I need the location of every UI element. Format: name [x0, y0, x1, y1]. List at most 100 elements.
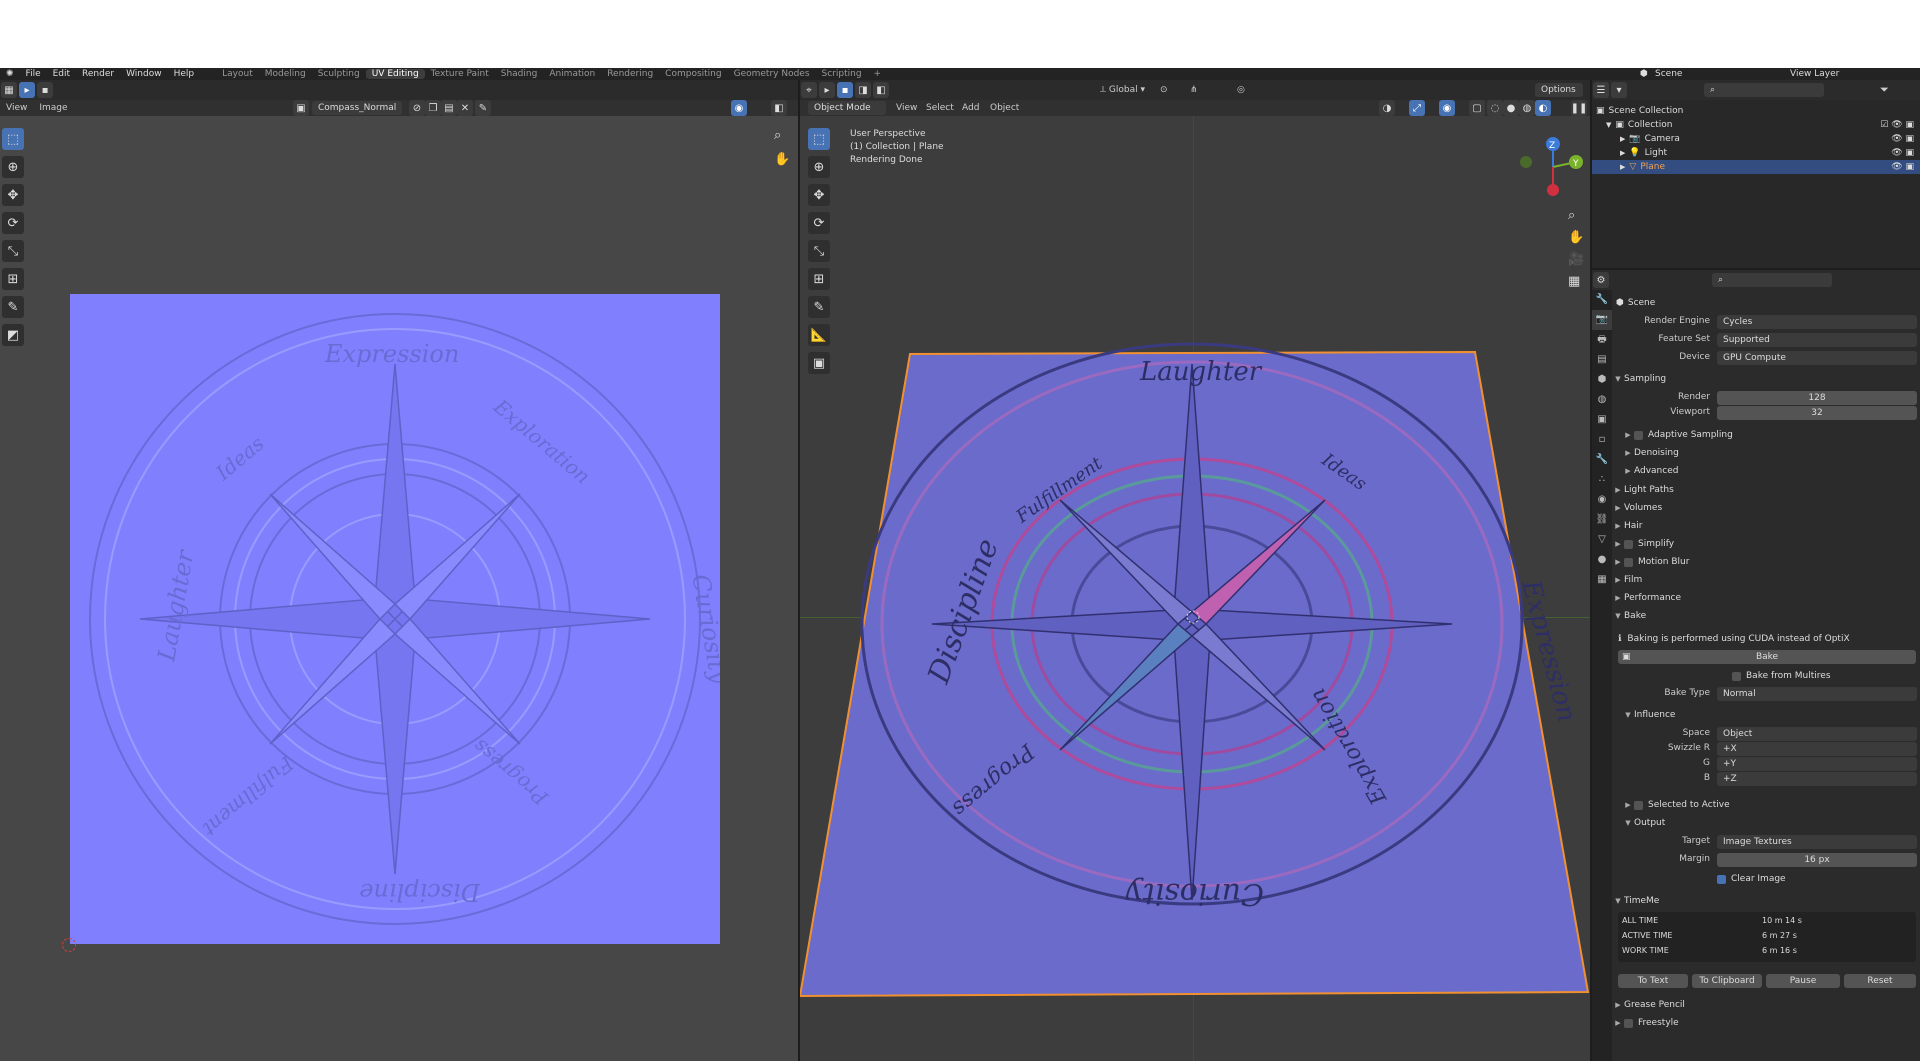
collection-tab-icon[interactable]: ▣: [1592, 410, 1612, 430]
advanced-subpanel[interactable]: ▶ Advanced: [1612, 462, 1920, 480]
tab-shading[interactable]: Shading: [495, 69, 544, 79]
feature-set-dropdown[interactable]: Supported: [1717, 333, 1917, 347]
scene-tab-icon[interactable]: ⬢: [1592, 370, 1612, 390]
reset-button[interactable]: Reset: [1844, 974, 1916, 988]
pin-icon[interactable]: ✎: [475, 100, 491, 116]
menu-edit[interactable]: Edit: [47, 69, 76, 79]
render-samples-field[interactable]: 128: [1717, 391, 1917, 405]
overlay-icon[interactable]: ◉: [731, 100, 747, 116]
data-tab-icon[interactable]: ▽: [1592, 530, 1612, 550]
volumes-panel-header[interactable]: ▶ Volumes: [1612, 499, 1920, 517]
output-tab-icon[interactable]: 🖶: [1592, 330, 1612, 350]
modifier-tab-icon[interactable]: 🔧: [1592, 450, 1612, 470]
to-clipboard-button[interactable]: To Clipboard: [1692, 974, 1762, 988]
editor-type-icon[interactable]: ▦: [1, 82, 17, 98]
adaptive-sampling-checkbox[interactable]: [1634, 430, 1643, 440]
tab-sculpting[interactable]: Sculpting: [312, 69, 366, 79]
menu-render[interactable]: Render: [76, 69, 120, 79]
bake-button[interactable]: ▣ Bake: [1618, 650, 1916, 664]
properties-search-input[interactable]: ⌕: [1712, 273, 1832, 287]
outliner-item-camera[interactable]: ▶ 📷 Camera 👁 ▣: [1592, 132, 1920, 146]
film-panel-header[interactable]: ▶ Film: [1612, 571, 1920, 589]
scale-tool-icon[interactable]: ⤡: [2, 240, 24, 262]
blender-logo-icon[interactable]: ✺: [0, 69, 20, 79]
outliner-editor-type-icon[interactable]: ☰: [1593, 82, 1609, 98]
swizzle-g-dropdown[interactable]: +Y: [1717, 757, 1917, 771]
rotate-tool-icon[interactable]: ⟳: [2, 212, 24, 234]
performance-panel-header[interactable]: ▶ Performance: [1612, 589, 1920, 607]
visibility-eye-icon[interactable]: 👁 ▣: [1891, 148, 1914, 158]
grease-pencil-panel-header[interactable]: ▶ Grease Pencil: [1612, 996, 1920, 1014]
tab-modeling[interactable]: Modeling: [259, 69, 312, 79]
texture-tab-icon[interactable]: ▦: [1592, 570, 1612, 590]
timeme-panel-header[interactable]: ▼ TimeMe: [1612, 892, 1920, 910]
light-paths-panel-header[interactable]: ▶ Light Paths: [1612, 481, 1920, 499]
tab-animation[interactable]: Animation: [543, 69, 601, 79]
pause-button[interactable]: Pause: [1766, 974, 1840, 988]
menu-help[interactable]: Help: [168, 69, 201, 79]
bake-panel-header[interactable]: ▼ Bake: [1612, 607, 1920, 625]
sampling-panel-header[interactable]: ▼ Sampling: [1612, 370, 1920, 388]
tab-scripting[interactable]: Scripting: [816, 69, 868, 79]
select-mode-icon[interactable]: ▸: [19, 82, 35, 98]
bake-from-multires-checkbox[interactable]: [1732, 671, 1741, 681]
space-dropdown[interactable]: Object: [1717, 727, 1917, 741]
clear-image-row[interactable]: Clear Image: [1612, 870, 1920, 888]
tab-texture-paint[interactable]: Texture Paint: [425, 69, 495, 79]
swizzle-r-dropdown[interactable]: +X: [1717, 742, 1917, 756]
freestyle-panel-header[interactable]: ▶ Freestyle: [1612, 1014, 1920, 1032]
swizzle-b-dropdown[interactable]: +Z: [1717, 772, 1917, 786]
outliner-item-light[interactable]: ▶ 💡 Light 👁 ▣: [1592, 146, 1920, 160]
material-tab-icon[interactable]: ●: [1592, 550, 1612, 570]
select-box-tool-icon[interactable]: ⬚: [2, 128, 24, 150]
open-image-icon[interactable]: ▤: [441, 100, 457, 116]
pan-hand-icon[interactable]: ✋: [774, 152, 790, 167]
tab-geometry-nodes[interactable]: Geometry Nodes: [728, 69, 816, 79]
properties-editor-type-icon[interactable]: ⚙: [1593, 272, 1609, 288]
selected-to-active-checkbox[interactable]: [1634, 800, 1643, 810]
scene-selector[interactable]: Scene: [1655, 69, 1682, 79]
unlink-icon[interactable]: ✕: [457, 100, 473, 116]
tab-uv-editing[interactable]: UV Editing: [365, 69, 425, 79]
menu-view[interactable]: View: [0, 103, 33, 113]
uv-select-icon[interactable]: ▪: [37, 82, 53, 98]
clear-image-checkbox[interactable]: [1717, 874, 1726, 884]
device-dropdown[interactable]: GPU Compute: [1717, 351, 1917, 365]
move-tool-icon[interactable]: ✥: [2, 184, 24, 206]
plane-object[interactable]: Laughter Expression Exploration Curiosit…: [800, 80, 1590, 1061]
world-tab-icon[interactable]: ◍: [1592, 390, 1612, 410]
physics-tab-icon[interactable]: ◉: [1592, 490, 1612, 510]
motion-blur-panel-header[interactable]: ▶ Motion Blur: [1612, 553, 1920, 571]
particles-tab-icon[interactable]: ∴: [1592, 470, 1612, 490]
rip-tool-icon[interactable]: ◩: [2, 324, 24, 346]
motion-blur-checkbox[interactable]: [1624, 557, 1633, 567]
tab-layout[interactable]: Layout: [216, 69, 259, 79]
view-layer-selector[interactable]: View Layer: [1790, 69, 1839, 79]
annotate-tool-icon[interactable]: ✎: [2, 296, 24, 318]
constraints-tab-icon[interactable]: ⛓: [1592, 510, 1612, 530]
tool-tab-icon[interactable]: 🔧: [1592, 290, 1612, 310]
tab-rendering[interactable]: Rendering: [601, 69, 659, 79]
bake-from-multires-row[interactable]: Bake from Multires: [1612, 667, 1920, 685]
output-subpanel[interactable]: ▼ Output: [1612, 814, 1920, 832]
add-workspace-button[interactable]: +: [868, 69, 888, 79]
menu-image[interactable]: Image: [33, 103, 73, 113]
image-name-field[interactable]: Compass_Normal: [312, 101, 402, 115]
outliner-item-plane[interactable]: ▶ ▽ Plane 👁 ▣: [1592, 160, 1920, 174]
view-layer-tab-icon[interactable]: ▤: [1592, 350, 1612, 370]
menu-window[interactable]: Window: [120, 69, 168, 79]
viewport-samples-field[interactable]: 32: [1717, 406, 1917, 420]
influence-subpanel[interactable]: ▼ Influence: [1612, 706, 1920, 724]
outliner-scene-collection[interactable]: ▣ Scene Collection: [1592, 104, 1920, 118]
hair-panel-header[interactable]: ▶ Hair: [1612, 517, 1920, 535]
render-engine-dropdown[interactable]: Cycles: [1717, 315, 1917, 329]
image-browse-icon[interactable]: ▣: [293, 100, 309, 116]
display-channels-icon[interactable]: ◧: [771, 100, 787, 116]
adaptive-sampling-subpanel[interactable]: ▶ Adaptive Sampling: [1612, 426, 1920, 444]
outliner-collection[interactable]: ▼ ▣ Collection ☑ 👁 ▣: [1592, 118, 1920, 132]
filter-icon[interactable]: ⏷: [1880, 83, 1889, 97]
new-image-icon[interactable]: ❐: [425, 100, 441, 116]
zoom-icon[interactable]: ⌕: [774, 128, 781, 143]
denoising-subpanel[interactable]: ▶ Denoising: [1612, 444, 1920, 462]
visibility-eye-icon[interactable]: 👁 ▣: [1891, 134, 1914, 144]
